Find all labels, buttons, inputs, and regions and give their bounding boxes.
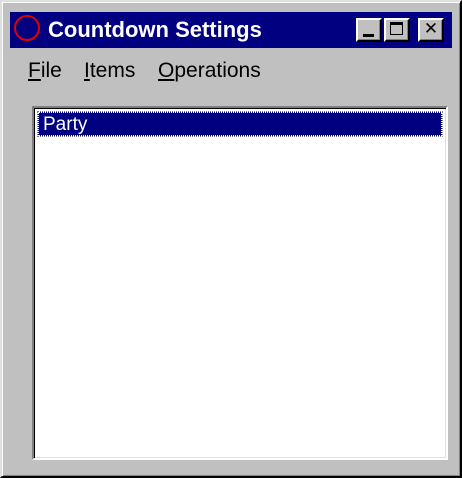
menu-operations[interactable]: Operations [158,58,261,84]
menu-file-label: ile [40,59,62,82]
window-title: Countdown Settings [48,17,262,42]
countdown-circle-icon[interactable] [14,15,40,41]
menu-file-mnemonic: F [28,59,41,82]
menu-bar: File Items Operations [10,54,452,86]
menu-items[interactable]: Items [84,58,135,84]
countdown-settings-window: Countdown Settings ✕ File Items Operatio… [0,0,462,478]
maximize-button[interactable] [384,18,410,42]
menu-operations-label: perations [174,59,261,82]
menu-items-label: tems [89,59,136,82]
menu-file[interactable]: File [28,58,62,84]
title-bar[interactable]: Countdown Settings ✕ [10,12,452,48]
minimize-button[interactable] [356,18,382,42]
countdown-items-list[interactable]: Party [32,106,448,460]
close-icon: ✕ [423,19,439,39]
list-item-selected[interactable]: Party [37,111,443,137]
close-button[interactable]: ✕ [418,18,444,42]
list-item-label: Party [43,114,88,135]
menu-operations-mnemonic: O [158,59,175,82]
